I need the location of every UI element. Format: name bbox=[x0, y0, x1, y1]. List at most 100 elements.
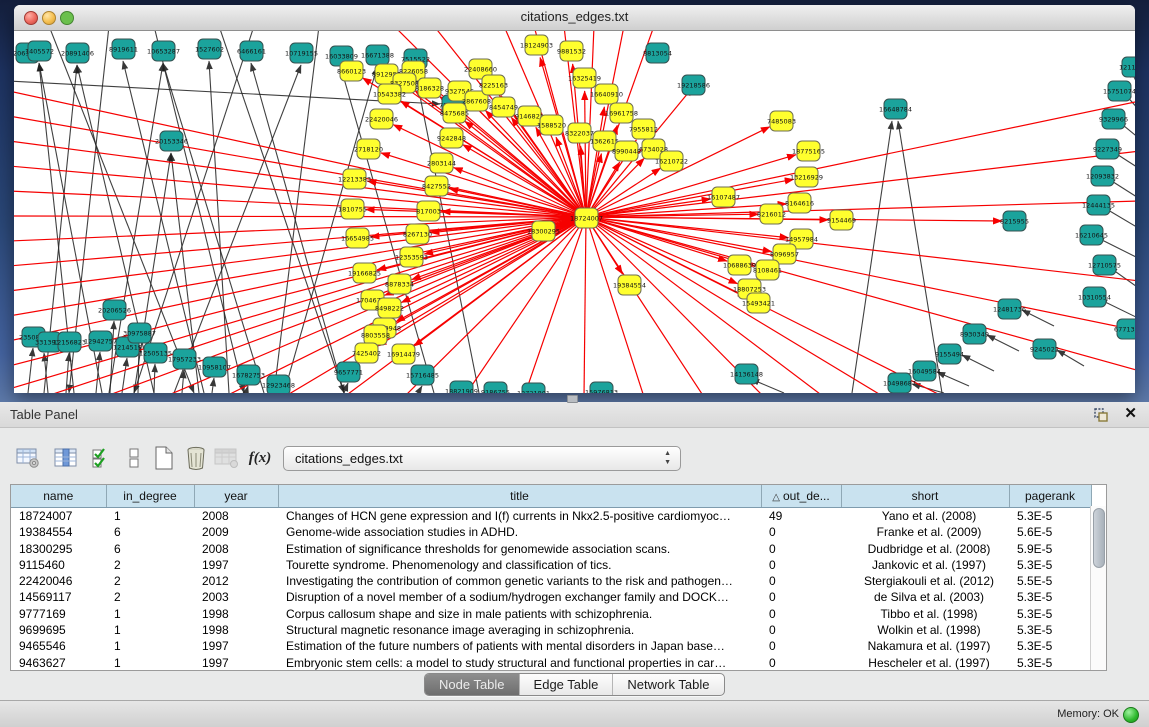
table-row[interactable]: 1872400712008Changes of HCN gene express… bbox=[11, 508, 1091, 525]
table-cell[interactable]: Tibbo et al. (1998) bbox=[841, 606, 1009, 622]
column-header-pagerank[interactable]: pagerank bbox=[1009, 485, 1091, 508]
table-row[interactable]: 969969511998Structural magnetic resonanc… bbox=[11, 622, 1091, 638]
table-cell[interactable]: 1 bbox=[106, 508, 194, 525]
table-selector-dropdown[interactable]: citations_edges.txt ▲▼ bbox=[283, 446, 681, 471]
table-scrollbar-thumb[interactable] bbox=[1093, 508, 1105, 568]
table-cell[interactable]: Genome-wide association studies in ADHD. bbox=[278, 524, 761, 540]
table-cell[interactable]: 9463627 bbox=[11, 655, 106, 671]
table-cell[interactable]: 22420046 bbox=[11, 573, 106, 589]
table-cell[interactable]: 6 bbox=[106, 524, 194, 540]
table-cell[interactable]: 1 bbox=[106, 622, 194, 638]
table-cell[interactable]: 5.3E-5 bbox=[1009, 655, 1091, 671]
table-cell[interactable]: 5.3E-5 bbox=[1009, 606, 1091, 622]
table-row[interactable]: 1938455462009Genome-wide association stu… bbox=[11, 524, 1091, 540]
table-row[interactable]: 946362711997Embryonic stem cells: a mode… bbox=[11, 655, 1091, 671]
table-cell[interactable]: Dudbridge et al. (2008) bbox=[841, 541, 1009, 557]
table-settings-button[interactable] bbox=[14, 444, 42, 472]
table-cell[interactable]: 0 bbox=[761, 541, 841, 557]
table-scrollbar[interactable] bbox=[1090, 506, 1106, 670]
table-cell[interactable]: 18724007 bbox=[11, 508, 106, 525]
memory-status-led[interactable] bbox=[1123, 707, 1139, 723]
table-cell[interactable]: 2009 bbox=[194, 524, 278, 540]
table-cell[interactable]: 0 bbox=[761, 655, 841, 671]
table-row[interactable]: 977716911998Corpus callosum shape and si… bbox=[11, 606, 1091, 622]
close-panel-icon[interactable]: ✕ bbox=[1124, 404, 1137, 422]
new-table-button[interactable] bbox=[150, 444, 178, 472]
table-cell[interactable]: 0 bbox=[761, 557, 841, 573]
table-cell[interactable]: Tourette syndrome. Phenomenology and cla… bbox=[278, 557, 761, 573]
table-cell[interactable]: 9699695 bbox=[11, 622, 106, 638]
column-header-title[interactable]: title bbox=[278, 485, 761, 508]
table-cell[interactable]: Franke et al. (2009) bbox=[841, 524, 1009, 540]
table-cell[interactable]: 5.3E-5 bbox=[1009, 557, 1091, 573]
table-cell[interactable]: 5.3E-5 bbox=[1009, 622, 1091, 638]
table-cell[interactable]: Changes of HCN gene expression and I(f) … bbox=[278, 508, 761, 525]
splitter-grip[interactable] bbox=[567, 395, 578, 403]
table-cell[interactable]: Nakamura et al. (1997) bbox=[841, 638, 1009, 654]
table-cell[interactable]: 2 bbox=[106, 589, 194, 605]
table-cell[interactable]: Yano et al. (2008) bbox=[841, 508, 1009, 525]
table-cell[interactable]: Wolkin et al. (1998) bbox=[841, 622, 1009, 638]
table-cell[interactable]: 1 bbox=[106, 606, 194, 622]
table-cell[interactable]: 0 bbox=[761, 606, 841, 622]
table-row[interactable]: 2242004622012Investigating the contribut… bbox=[11, 573, 1091, 589]
table-cell[interactable]: 1998 bbox=[194, 606, 278, 622]
table-cell[interactable]: 1997 bbox=[194, 638, 278, 654]
table-cell[interactable]: Jankovic et al. (1997) bbox=[841, 557, 1009, 573]
table-cell[interactable]: Estimation of significance thresholds fo… bbox=[278, 541, 761, 557]
table-cell[interactable]: 9777169 bbox=[11, 606, 106, 622]
table-cell[interactable]: 2012 bbox=[194, 573, 278, 589]
network-canvas[interactable]: 2061319140557220891406891961110653287152… bbox=[14, 31, 1135, 393]
table-row[interactable]: 1830029562008Estimation of significance … bbox=[11, 541, 1091, 557]
table-cell[interactable]: de Silva et al. (2003) bbox=[841, 589, 1009, 605]
table-row[interactable]: 911546021997Tourette syndrome. Phenomeno… bbox=[11, 557, 1091, 573]
column-header-short[interactable]: short bbox=[841, 485, 1009, 508]
deselect-all-button[interactable] bbox=[120, 444, 148, 472]
table-cell[interactable]: 5.3E-5 bbox=[1009, 638, 1091, 654]
table-cell[interactable]: 9115460 bbox=[11, 557, 106, 573]
table-cell[interactable]: Corpus callosum shape and size in male p… bbox=[278, 606, 761, 622]
table-cell[interactable]: 2 bbox=[106, 557, 194, 573]
table-cell[interactable]: 5.5E-5 bbox=[1009, 573, 1091, 589]
table-row[interactable]: 1456911722003Disruption of a novel membe… bbox=[11, 589, 1091, 605]
table-cell[interactable]: Stergiakouli et al. (2012) bbox=[841, 573, 1009, 589]
table-cell[interactable]: 9465546 bbox=[11, 638, 106, 654]
table-cell[interactable]: 14569117 bbox=[11, 589, 106, 605]
table-cell[interactable]: Embryonic stem cells: a model to study s… bbox=[278, 655, 761, 671]
table-cell[interactable]: 0 bbox=[761, 589, 841, 605]
tab-edge-table[interactable]: Edge Table bbox=[520, 674, 614, 695]
table-cell[interactable]: 1997 bbox=[194, 557, 278, 573]
table-cell[interactable]: 5.6E-5 bbox=[1009, 524, 1091, 540]
table-cell[interactable]: 5.3E-5 bbox=[1009, 589, 1091, 605]
table-row[interactable]: 946554611997Estimation of the future num… bbox=[11, 638, 1091, 654]
table-cell[interactable]: 0 bbox=[761, 622, 841, 638]
table-cell[interactable]: 5.9E-5 bbox=[1009, 541, 1091, 557]
function-builder-button[interactable]: f(x) bbox=[246, 444, 274, 472]
table-cell[interactable]: Estimation of the future numbers of pati… bbox=[278, 638, 761, 654]
table-cell[interactable]: 0 bbox=[761, 524, 841, 540]
column-header-out_de[interactable]: △out_de... bbox=[761, 485, 841, 508]
column-header-year[interactable]: year bbox=[194, 485, 278, 508]
table-cell[interactable]: 1 bbox=[106, 655, 194, 671]
float-panel-icon[interactable] bbox=[1093, 407, 1109, 423]
column-header-in_degree[interactable]: in_degree bbox=[106, 485, 194, 508]
table-cell[interactable]: 2 bbox=[106, 573, 194, 589]
tab-network-table[interactable]: Network Table bbox=[613, 674, 723, 695]
table-cell[interactable]: 1 bbox=[106, 638, 194, 654]
table-cell[interactable]: 0 bbox=[761, 573, 841, 589]
table-cell[interactable]: Disruption of a novel member of a sodium… bbox=[278, 589, 761, 605]
select-all-button[interactable] bbox=[88, 444, 116, 472]
table-cell[interactable]: 1998 bbox=[194, 622, 278, 638]
table-cell[interactable]: 49 bbox=[761, 508, 841, 525]
tab-node-table[interactable]: Node Table bbox=[425, 674, 520, 695]
table-cell[interactable]: 0 bbox=[761, 638, 841, 654]
table-cell[interactable]: 2008 bbox=[194, 508, 278, 525]
table-cell[interactable]: 6 bbox=[106, 541, 194, 557]
column-header-name[interactable]: name bbox=[11, 485, 106, 508]
table-cell[interactable]: 18300295 bbox=[11, 541, 106, 557]
table-cell[interactable]: 19384554 bbox=[11, 524, 106, 540]
delete-table-button[interactable] bbox=[182, 444, 210, 472]
select-column-button[interactable] bbox=[52, 444, 80, 472]
table-cell[interactable]: 2003 bbox=[194, 589, 278, 605]
table-cell[interactable]: 5.3E-5 bbox=[1009, 508, 1091, 525]
